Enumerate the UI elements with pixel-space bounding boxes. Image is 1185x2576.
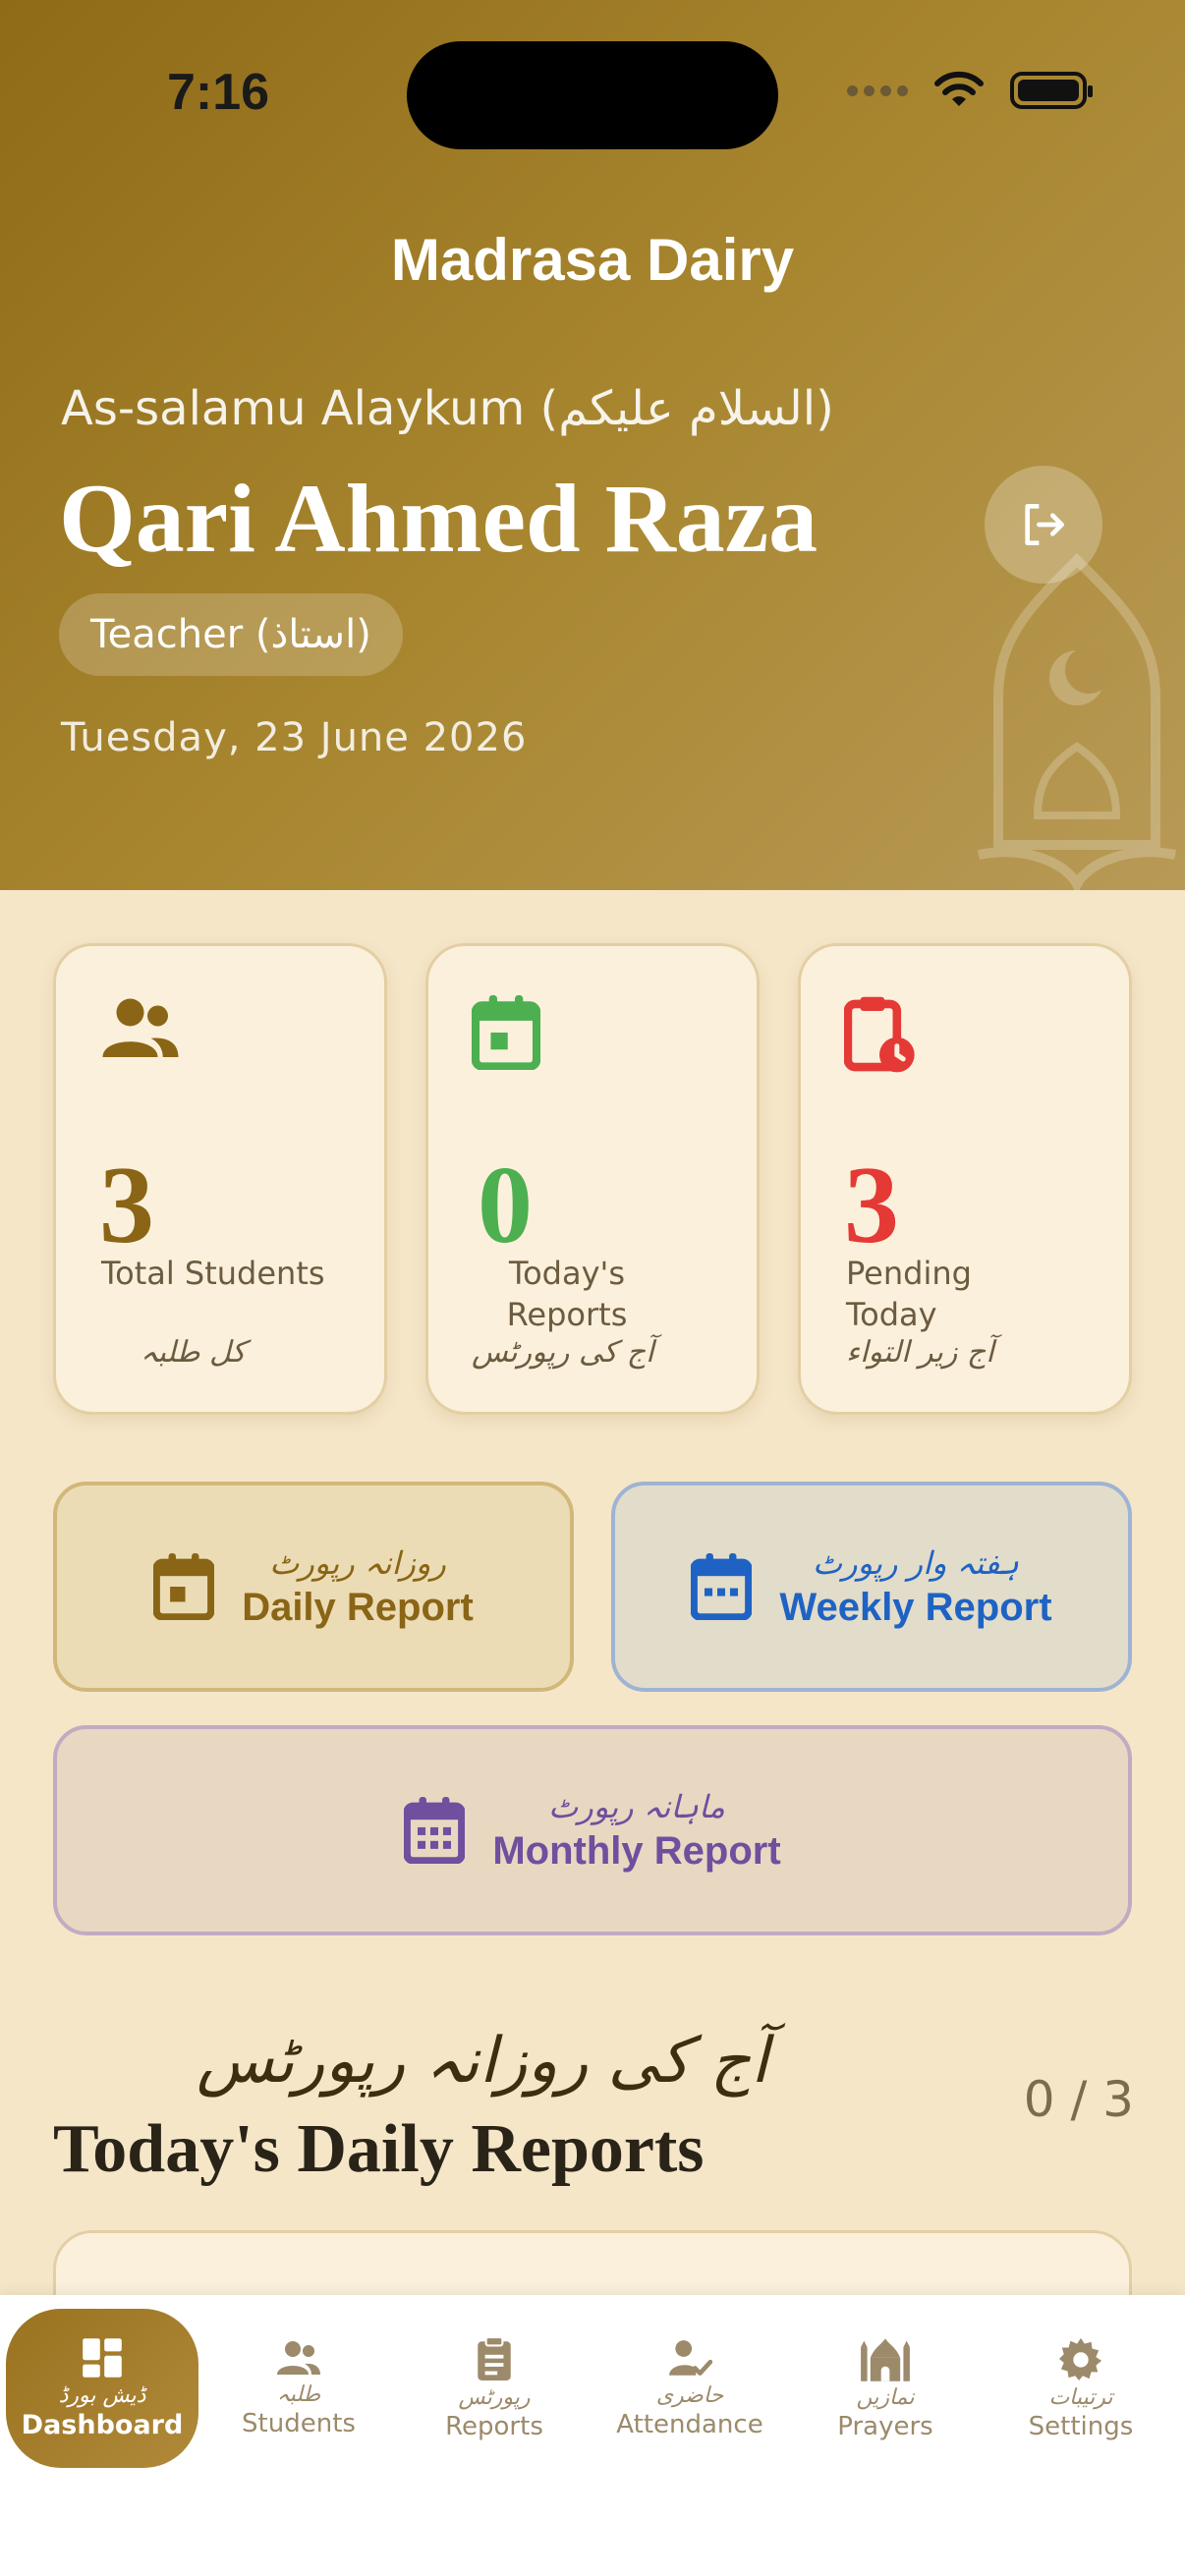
battery-icon <box>1010 72 1093 109</box>
weekly-report-button[interactable]: ہفتہ وار رپورٹ Weekly Report <box>611 1482 1132 1692</box>
monthly-report-label: Monthly Report <box>492 1828 781 1873</box>
wifi-icon <box>934 71 984 106</box>
students-icon <box>102 998 179 1057</box>
stat-card-total-students[interactable]: 3 Total Students کل طلبہ <box>53 943 387 1415</box>
nav-label-urdu: طلبہ <box>276 2381 321 2407</box>
section-title-urdu: آج کی روزانہ رپورٹس <box>197 2025 768 2098</box>
stat-label-urdu: کل طلبہ <box>141 1335 246 1370</box>
logout-icon <box>1025 504 1064 545</box>
nav-label: Settings <box>1028 2411 1134 2441</box>
header: 7:16 Madrasa Dairy As-salamu Alaykum (ال… <box>0 0 1185 890</box>
stat-label-urdu: آج کی رپورٹس <box>472 1335 654 1370</box>
dynamic-island <box>407 41 778 149</box>
stat-label: Pending Today <box>846 1255 972 1333</box>
clipboard-clock-icon <box>844 996 915 1073</box>
stat-label-urdu: آج زیر التواء <box>846 1335 994 1370</box>
nav-item-prayers[interactable]: نمازیں Prayers <box>789 2309 982 2468</box>
students-icon <box>277 2340 320 2375</box>
gear-icon <box>1058 2337 1102 2380</box>
nav-label-urdu: ترتیبات <box>1048 2384 1113 2410</box>
calendar-icon <box>153 1553 215 1620</box>
mosque-icon <box>861 2337 910 2381</box>
weekly-report-label: Weekly Report <box>779 1585 1052 1629</box>
monthly-report-urdu: ماہانہ رپورٹ <box>548 1787 725 1825</box>
nav-item-attendance[interactable]: حاضری Attendance <box>593 2309 786 2468</box>
bottom-nav: ڈیش بورڈ Dashboard طلبہ Students رپورٹس … <box>0 2295 1185 2576</box>
calendar-week-icon <box>691 1553 753 1620</box>
greeting: As-salamu Alaykum (السلام علیکم) <box>61 381 834 436</box>
daily-report-label: Daily Report <box>242 1585 474 1629</box>
nav-item-dashboard[interactable]: ڈیش بورڈ Dashboard <box>6 2309 198 2468</box>
weekly-report-urdu: ہفتہ وار رپورٹ <box>813 1543 1019 1582</box>
stat-value: 3 <box>99 1145 154 1266</box>
role-badge: Teacher (استاذ) <box>59 593 403 676</box>
daily-report-button[interactable]: روزانہ رپورٹ Daily Report <box>53 1482 574 1692</box>
mosque-decoration-icon <box>978 552 1176 890</box>
stat-card-pending-today[interactable]: 3 Pending Today آج زیر التواء <box>798 943 1132 1415</box>
stat-label: Today's Reports <box>506 1255 628 1333</box>
section-title: Today's Daily Reports <box>53 2111 705 2187</box>
nav-item-students[interactable]: طلبہ Students <box>202 2309 395 2468</box>
monthly-report-button[interactable]: ماہانہ رپورٹ Monthly Report <box>53 1725 1132 1935</box>
teacher-name: Qari Ahmed Raza <box>59 464 818 573</box>
dashboard-icon <box>83 2338 122 2378</box>
stat-value: 3 <box>844 1145 899 1266</box>
stat-card-todays-reports[interactable]: 0 Today's Reports آج کی رپورٹس <box>425 943 760 1415</box>
nav-label-urdu: ڈیش بورڈ <box>58 2383 146 2408</box>
stat-value: 0 <box>478 1145 533 1266</box>
daily-report-urdu: روزانہ رپورٹ <box>269 1543 446 1582</box>
clipboard-icon <box>478 2335 511 2380</box>
nav-label: Attendance <box>616 2409 763 2439</box>
calendar-month-icon <box>404 1797 466 1864</box>
nav-label: Dashboard <box>21 2410 184 2440</box>
signal-icon <box>847 84 908 96</box>
nav-label: Reports <box>445 2411 543 2441</box>
nav-label-urdu: رپورٹس <box>458 2384 531 2410</box>
calendar-icon <box>472 995 540 1070</box>
status-icons <box>847 71 1093 110</box>
reports-count: 0 / 3 <box>1023 2071 1134 2128</box>
nav-item-reports[interactable]: رپورٹس Reports <box>398 2309 591 2468</box>
attendance-icon <box>669 2339 712 2376</box>
app-title: Madrasa Dairy <box>390 227 795 293</box>
nav-label: Prayers <box>837 2411 933 2441</box>
status-time: 7:16 <box>167 64 270 121</box>
nav-item-settings[interactable]: ترتیبات Settings <box>985 2309 1177 2468</box>
stat-label: Total Students <box>101 1255 325 1292</box>
nav-label-urdu: حاضری <box>655 2382 724 2408</box>
nav-label-urdu: نمازیں <box>856 2384 915 2410</box>
current-date: Tuesday, 23 June 2026 <box>61 715 528 760</box>
nav-label: Students <box>242 2408 356 2438</box>
